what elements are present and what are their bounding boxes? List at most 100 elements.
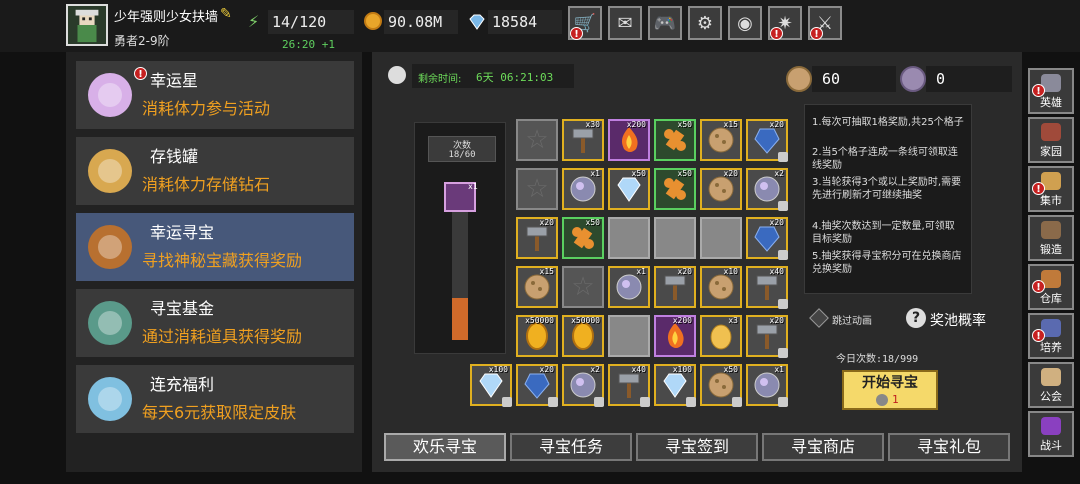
- stamina-timer: 26:20 +1: [282, 38, 335, 51]
- item-qty: x50: [723, 365, 738, 374]
- shop-cart-button[interactable]: 🛒!: [568, 6, 602, 40]
- mail-button[interactable]: ✉: [608, 6, 642, 40]
- grid-cell-empty[interactable]: ☆: [516, 119, 558, 161]
- player-name: 少年强则少女扶墙: [114, 10, 219, 25]
- grid-cell-hammer[interactable]: x40: [608, 364, 650, 407]
- grid-cell-hammer[interactable]: x20: [516, 217, 558, 259]
- grid-cell-cookie[interactable]: x15: [700, 119, 742, 161]
- item-qty: x50: [677, 120, 692, 129]
- nav-label: 公会: [1040, 390, 1062, 403]
- menu-item-desc: 消耗体力参与活动: [142, 99, 271, 118]
- grid-cell-empty[interactable]: ☆: [516, 168, 558, 210]
- grid-cell-hammer[interactable]: x20: [746, 315, 788, 358]
- item-qty: x20: [769, 218, 784, 227]
- grid-cell-cookie[interactable]: x50: [700, 364, 742, 407]
- rule-3: 3.当轮获得3个或以上奖励时,需要先进行刷新才可继续抽奖: [812, 177, 962, 201]
- grid-cell-orb[interactable]: x1: [608, 266, 650, 308]
- star-icon: ☆: [525, 174, 549, 204]
- tab-5[interactable]: 寻宝礼包: [888, 433, 1010, 461]
- player-level: 勇者2-9阶: [114, 34, 170, 48]
- nav-5[interactable]: ! 仓库: [1028, 264, 1074, 310]
- menu-item-3[interactable]: 幸运寻宝 寻找神秘宝藏获得奖励: [76, 213, 354, 281]
- lock-icon: [778, 299, 788, 309]
- rule-2: 2.当5个格子连成一条线可领取连线奖励: [812, 147, 958, 171]
- grid-cell-hammer[interactable]: x30: [562, 119, 604, 161]
- grid-cell-bone[interactable]: x50: [562, 217, 604, 259]
- grid-cell-hammer[interactable]: x20: [654, 266, 696, 308]
- nav-6[interactable]: ! 培养: [1028, 313, 1074, 359]
- grid-cell-orb[interactable]: x2: [562, 364, 604, 407]
- nav-4[interactable]: 锻造: [1028, 215, 1074, 261]
- grid-cell-gray[interactable]: [608, 217, 650, 259]
- grid-cell-fire[interactable]: x200: [608, 119, 650, 161]
- grid-cell-blue-gem[interactable]: x20: [746, 217, 788, 260]
- tab-2[interactable]: 寻宝任务: [510, 433, 632, 461]
- rule-5: 5.抽奖获得寻宝积分可在兑换商店兑换奖励: [812, 251, 962, 275]
- start-cost: 1: [892, 393, 899, 406]
- grid-cell-orb[interactable]: x2: [746, 168, 788, 211]
- nav-label: 仓库: [1040, 292, 1062, 305]
- edit-icon[interactable]: ✎: [220, 6, 236, 22]
- grid-cell-diamond[interactable]: x50: [608, 168, 650, 210]
- grid-cell-egg[interactable]: x3: [700, 315, 742, 357]
- grid-cell-empty[interactable]: ☆: [562, 266, 604, 308]
- nav-label: 培养: [1040, 341, 1062, 354]
- alert-badge: !: [810, 27, 823, 40]
- tab-label: 欢乐寻宝: [412, 437, 477, 456]
- nav-label: 锻造: [1040, 243, 1062, 256]
- tab-4[interactable]: 寻宝商店: [762, 433, 884, 461]
- menu-item-4[interactable]: 寻宝基金 通过消耗道具获得奖励: [76, 289, 354, 357]
- grid-cell-blue-gem[interactable]: x20: [746, 119, 788, 162]
- nav-1[interactable]: ! 英雄: [1028, 68, 1074, 114]
- grid-cell-cookie[interactable]: x10: [700, 266, 742, 308]
- nav-icon: [1038, 415, 1064, 437]
- grid-cell-orb[interactable]: x1: [746, 364, 788, 407]
- crossed-swords-button[interactable]: ⚔!: [808, 6, 842, 40]
- gem-value: 18584: [492, 13, 538, 31]
- item-qty: x10: [723, 267, 738, 276]
- item-qty: x3: [728, 316, 738, 325]
- today-count: 今日次数:18/999: [836, 354, 919, 365]
- grid-cell-fire[interactable]: x200: [654, 315, 696, 357]
- pool-rate-link[interactable]: 奖池概率: [930, 310, 986, 330]
- grid-cell-cookie[interactable]: x20: [700, 168, 742, 210]
- tab-1[interactable]: 欢乐寻宝: [384, 433, 506, 461]
- nav-7[interactable]: 公会: [1028, 362, 1074, 408]
- grid-cell-gray[interactable]: [654, 217, 696, 259]
- settings-button[interactable]: ⚙: [688, 6, 722, 40]
- item-qty: x100: [488, 365, 508, 374]
- grid-cell-bone[interactable]: x50: [654, 168, 696, 210]
- grid-cell-coin[interactable]: x50000: [562, 315, 604, 357]
- grid-cell-blue-gem[interactable]: x20: [516, 364, 558, 407]
- gamepad-button[interactable]: 🎮: [648, 6, 682, 40]
- item-qty: x50000: [571, 316, 600, 325]
- tab-3[interactable]: 寻宝签到: [636, 433, 758, 461]
- grid-cell-hammer[interactable]: x40: [746, 266, 788, 309]
- nav-2[interactable]: 家园: [1028, 117, 1074, 163]
- fireworks-button[interactable]: ✷!: [768, 6, 802, 40]
- player-avatar[interactable]: [66, 4, 108, 46]
- grid-cell-coin[interactable]: x50000: [516, 315, 558, 357]
- item-qty: x15: [723, 120, 738, 129]
- grid-cell-gray[interactable]: [700, 217, 742, 259]
- grid-cell-cookie[interactable]: x15: [516, 266, 558, 308]
- item-qty: x100: [672, 365, 692, 374]
- skip-animation-label: 跳过动画: [832, 316, 872, 327]
- nav-8[interactable]: 战斗: [1028, 411, 1074, 457]
- nav-3[interactable]: ! 集市: [1028, 166, 1074, 212]
- menu-item-2[interactable]: 存钱罐 消耗体力存储钻石: [76, 137, 354, 205]
- menu-item-1[interactable]: ! 幸运星 消耗体力参与活动: [76, 61, 354, 129]
- tab-label: 寻宝任务: [538, 437, 603, 456]
- nav-label: 战斗: [1040, 439, 1062, 452]
- color-wheel-button[interactable]: ◉: [728, 6, 762, 40]
- grid-cell-diamond[interactable]: x100: [470, 364, 512, 407]
- menu-item-5[interactable]: 连充福利 每天6元获取限定皮肤: [76, 365, 354, 433]
- item-qty: x20: [677, 267, 692, 276]
- help-icon[interactable]: ?: [906, 308, 926, 328]
- item-qty: x200: [672, 316, 692, 325]
- grid-cell-orb[interactable]: x1: [562, 168, 604, 210]
- grid-cell-bone[interactable]: x50: [654, 119, 696, 161]
- grid-cell-diamond[interactable]: x100: [654, 364, 696, 407]
- grid-cell-gray[interactable]: [608, 315, 650, 357]
- lock-icon: [778, 397, 788, 407]
